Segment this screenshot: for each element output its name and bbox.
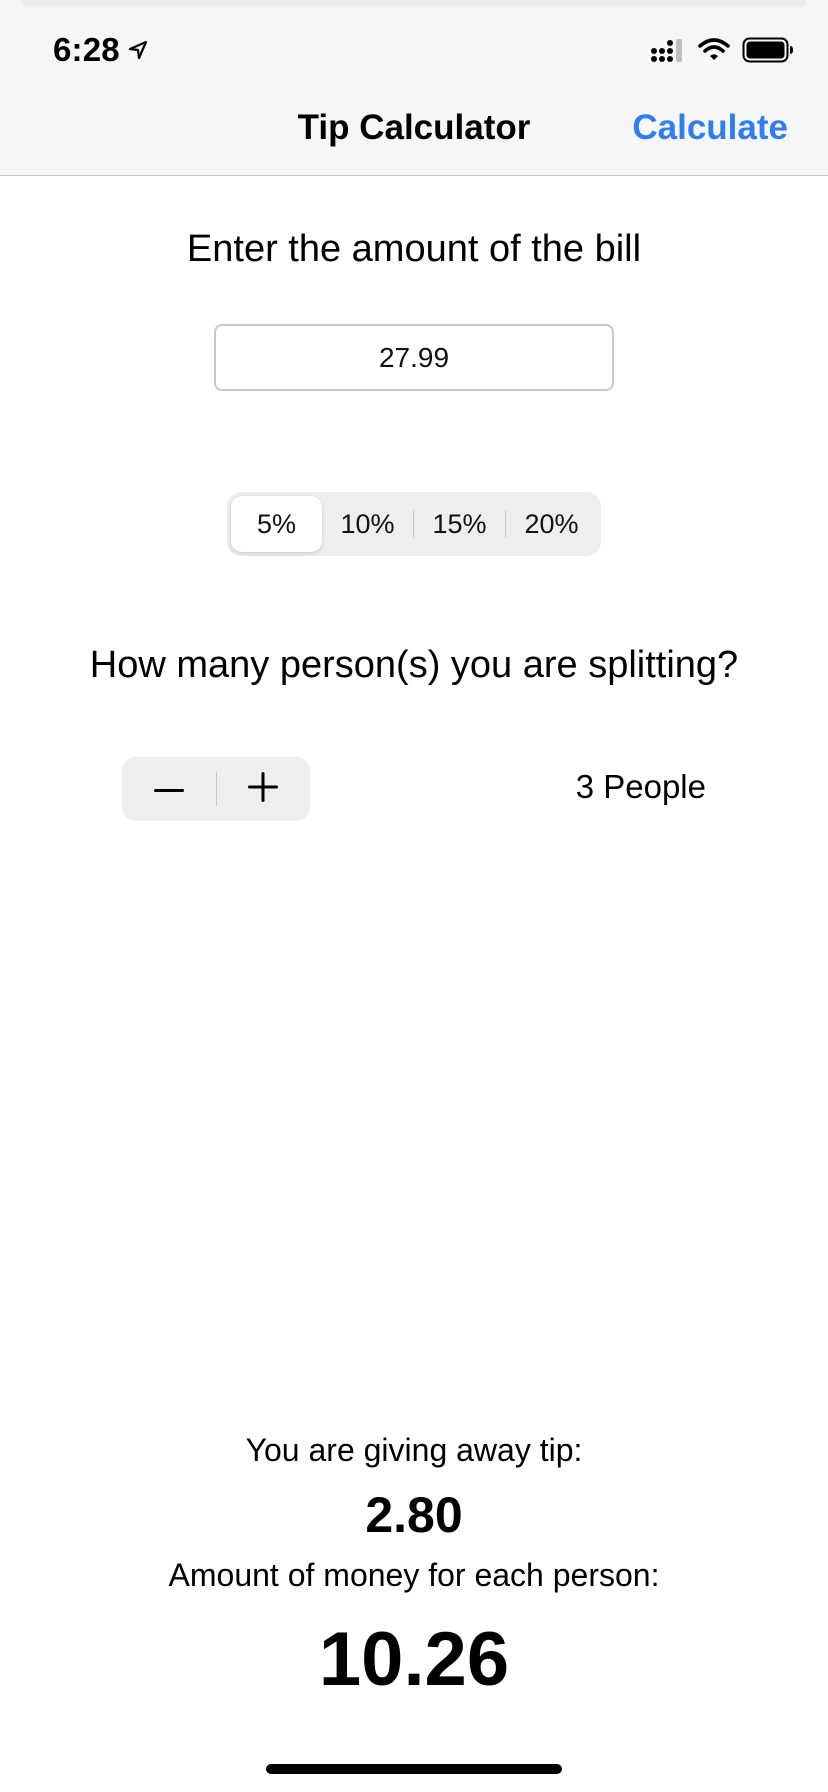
tip-option-15[interactable]: 15% <box>414 496 505 552</box>
minus-icon <box>153 780 184 798</box>
calculate-button[interactable]: Calculate <box>632 108 788 148</box>
tip-result-value: 2.80 <box>365 1487 463 1543</box>
navigation-bar: 6:28 Tip Calculator Calculate <box>0 0 828 176</box>
tip-result-label: You are giving away tip: <box>245 1432 583 1468</box>
status-time-text: 6:28 <box>53 31 120 68</box>
status-icons <box>650 34 794 66</box>
per-person-label: Amount of money for each person: <box>168 1557 660 1593</box>
home-indicator[interactable] <box>266 1764 562 1774</box>
bill-amount-input[interactable] <box>214 324 614 391</box>
status-bar-time: 6:28 <box>53 30 148 70</box>
increment-button[interactable] <box>217 757 311 821</box>
people-stepper[interactable] <box>122 757 310 821</box>
plus-icon <box>248 771 279 807</box>
cellular-signal-icon <box>650 37 686 63</box>
tip-option-20[interactable]: 20% <box>506 496 597 552</box>
split-prompt: How many person(s) you are splitting? <box>89 644 739 686</box>
decrement-button[interactable] <box>122 757 216 821</box>
location-arrow-icon <box>128 40 148 60</box>
tip-option-5[interactable]: 5% <box>231 496 322 552</box>
tip-calculator-screen: 6:28 Tip Calculator Calculate Enter the … <box>0 0 828 1792</box>
wifi-icon <box>698 38 730 62</box>
tip-option-10[interactable]: 10% <box>322 496 413 552</box>
per-person-value: 10.26 <box>318 1617 510 1702</box>
sheet-edge <box>22 0 806 6</box>
bill-prompt: Enter the amount of the bill <box>186 228 642 270</box>
tip-percentage-selector[interactable]: 5% 10% 15% 20% <box>227 492 601 556</box>
battery-icon <box>742 37 794 63</box>
people-count-label: 3 People <box>575 768 706 805</box>
